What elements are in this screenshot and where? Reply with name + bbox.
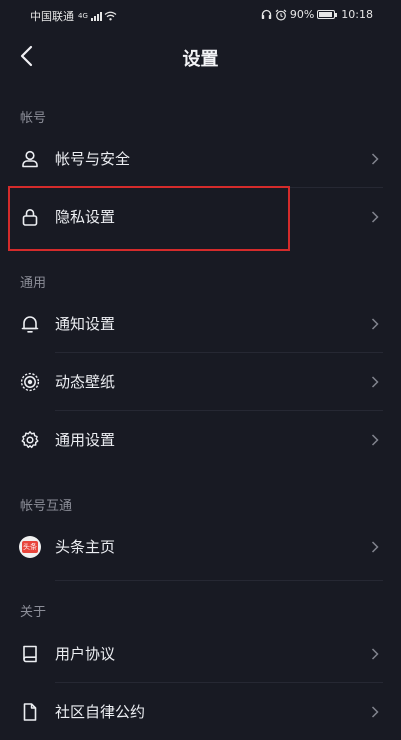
section-label-account: 帐号 bbox=[20, 111, 47, 126]
chevron-right-icon bbox=[371, 434, 379, 446]
status-bar: 中国联通 4G 90% 10:18 bbox=[0, 0, 401, 30]
general-settings-label: 通用设置 bbox=[55, 431, 116, 449]
section-label-general: 通用 bbox=[20, 276, 47, 291]
nav-bar: 设置 bbox=[0, 30, 401, 84]
divider bbox=[55, 352, 383, 353]
notification-settings-item[interactable]: 通知设置 bbox=[0, 296, 401, 352]
community-convention-item[interactable]: 社区自律公约 bbox=[0, 684, 401, 740]
chevron-right-icon bbox=[371, 211, 379, 223]
user-icon bbox=[22, 150, 38, 168]
toutiao-homepage-label: 头条主页 bbox=[55, 538, 116, 556]
section-label-about: 关于 bbox=[20, 605, 47, 620]
network-type: 4G bbox=[78, 12, 88, 20]
wallpaper-icon bbox=[20, 372, 40, 392]
clock-time: 10:18 bbox=[341, 8, 373, 21]
status-right: 90% 10:18 bbox=[261, 8, 373, 21]
live-wallpaper-label: 动态壁纸 bbox=[55, 373, 116, 391]
book-icon bbox=[23, 645, 37, 663]
page-title: 设置 bbox=[182, 49, 219, 70]
chevron-right-icon bbox=[371, 541, 379, 553]
carrier-name: 中国联通 bbox=[30, 10, 74, 23]
status-left: 中国联通 4G bbox=[30, 8, 117, 24]
toutiao-homepage-item[interactable]: 头条 头条主页 bbox=[0, 519, 401, 575]
chevron-right-icon bbox=[371, 318, 379, 330]
general-settings-item[interactable]: 通用设置 bbox=[0, 412, 401, 468]
wifi-icon bbox=[104, 11, 117, 21]
account-security-item[interactable]: 帐号与安全 bbox=[0, 131, 401, 187]
user-agreement-item[interactable]: 用户协议 bbox=[0, 626, 401, 682]
bell-icon bbox=[21, 316, 39, 333]
divider bbox=[55, 580, 383, 581]
battery-fill bbox=[319, 12, 332, 17]
section-label-linked-accounts: 帐号互通 bbox=[20, 499, 73, 514]
account-security-label: 帐号与安全 bbox=[55, 150, 131, 168]
chevron-right-icon bbox=[371, 376, 379, 388]
headphone-icon bbox=[261, 9, 272, 19]
community-convention-label: 社区自律公约 bbox=[55, 703, 146, 721]
chevron-right-icon bbox=[371, 153, 379, 165]
battery-icon bbox=[317, 10, 338, 19]
chevron-right-icon bbox=[371, 648, 379, 660]
toutiao-icon: 头条 bbox=[19, 536, 41, 558]
battery-percent: 90% bbox=[289, 8, 315, 21]
divider bbox=[55, 410, 383, 411]
divider bbox=[55, 682, 383, 683]
user-agreement-label: 用户协议 bbox=[55, 645, 116, 663]
alarm-icon bbox=[275, 9, 287, 21]
gear-icon bbox=[21, 431, 39, 449]
signal-icon bbox=[90, 11, 102, 21]
document-icon bbox=[23, 703, 37, 721]
highlight-box bbox=[8, 186, 290, 251]
live-wallpaper-item[interactable]: 动态壁纸 bbox=[0, 354, 401, 410]
chevron-right-icon bbox=[371, 706, 379, 718]
toutiao-icon-text: 头条 bbox=[22, 541, 38, 553]
notification-settings-label: 通知设置 bbox=[55, 315, 116, 333]
